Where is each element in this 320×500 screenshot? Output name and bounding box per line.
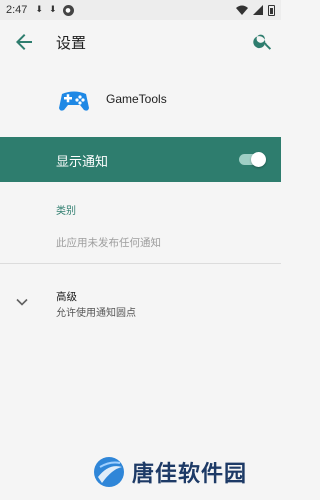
toolbar: 设置 xyxy=(0,20,281,64)
battery-icon xyxy=(268,4,275,16)
advanced-title: 高级 xyxy=(56,291,77,303)
advanced-row[interactable]: 高级 允许使用通知圆点 xyxy=(0,280,281,324)
wifi-icon xyxy=(236,5,248,15)
back-arrow-icon[interactable] xyxy=(12,30,36,54)
signal-icon xyxy=(253,5,263,15)
watermark-text: 唐佳软件园 xyxy=(132,462,248,487)
search-icon[interactable] xyxy=(252,30,274,52)
chevron-down-icon xyxy=(16,298,28,306)
advanced-summary: 允许使用通知圆点 xyxy=(56,308,136,319)
status-time: 2:47 xyxy=(6,4,28,16)
watermark: 唐佳软件园 xyxy=(92,452,272,492)
app-name: GameTools xyxy=(106,92,167,106)
show-notifications-row[interactable]: 显示通知 xyxy=(0,137,281,182)
download-icon: ⬇ xyxy=(35,5,43,15)
category-header: 类别 xyxy=(56,206,76,217)
status-bar: 2:47 ⬇ ⬇ ● xyxy=(0,0,281,20)
show-notifications-toggle[interactable] xyxy=(239,152,267,167)
toggle-thumb xyxy=(251,152,266,167)
download-icon: ⬇ xyxy=(48,5,57,15)
divider xyxy=(0,263,281,264)
app-badge-icon: ● xyxy=(62,4,74,16)
gamepad-icon xyxy=(54,80,94,120)
watermark-logo-icon xyxy=(94,457,124,487)
show-notifications-label: 显示通知 xyxy=(56,155,109,170)
page-title: 设置 xyxy=(56,34,87,52)
app-header: GameTools xyxy=(0,72,281,128)
no-notifications-text: 此应用未发布任何通知 xyxy=(56,237,161,249)
